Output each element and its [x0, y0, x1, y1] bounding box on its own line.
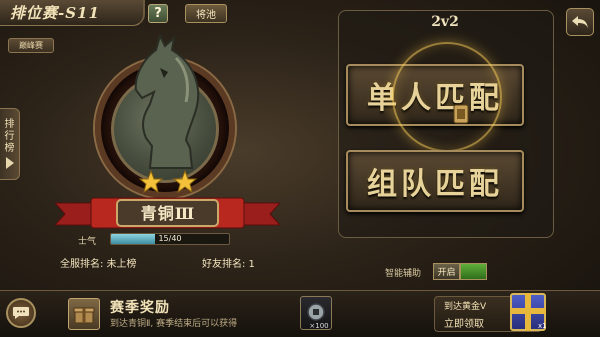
return-arrow-icon	[572, 16, 588, 28]
smart-assist-state: 开启	[433, 263, 460, 280]
solo-match-glow	[392, 42, 502, 152]
claim-now-text: 立即领取	[444, 319, 484, 330]
season-reward-desc: 到达青铜Ⅱ, 赛季结束后可以获得	[110, 319, 238, 329]
morale-label: 士气	[78, 237, 97, 247]
smart-assist-knob	[460, 263, 487, 280]
generals-pool-button[interactable]: 将池	[185, 4, 227, 23]
match-mode-label: 2v2	[431, 14, 459, 30]
help-button[interactable]: ?	[148, 4, 168, 23]
knight-chess-icon	[134, 33, 200, 169]
page-title: 排位赛-S11	[10, 4, 100, 22]
team-match-button[interactable]: 组队匹配	[346, 150, 524, 212]
arrow-right-icon	[5, 157, 14, 169]
smart-assist-label: 智能辅助	[385, 269, 422, 279]
morale-value: 15/40	[158, 234, 182, 243]
title-tab: 排位赛-S11	[0, 0, 145, 26]
leaderboard-tab-char-3: 榜	[4, 143, 15, 154]
gift-box-icon	[73, 307, 95, 324]
server-rank: 全服排名: 未上榜	[60, 259, 137, 270]
gift-ribbon-horizontal	[510, 308, 546, 314]
friend-rank: 好友排名: 1	[202, 259, 255, 270]
smart-assist-toggle[interactable]: 开启	[433, 263, 489, 280]
chat-button[interactable]	[6, 298, 36, 328]
season-reward-box[interactable]	[68, 298, 100, 330]
tier-name: 青铜Ⅲ	[140, 204, 196, 223]
coin-count: ×100	[309, 322, 329, 330]
season-reward-title: 赛季奖励	[110, 300, 170, 316]
coin-icon	[307, 303, 325, 321]
match-ticket-icon	[453, 104, 469, 124]
star-icon	[138, 170, 164, 194]
chat-bubble-icon	[13, 307, 29, 319]
rank-stars	[138, 170, 198, 194]
gold-reward-text: 到达黄金V	[444, 302, 487, 312]
peak-match-tag[interactable]: 巅峰赛	[8, 38, 54, 53]
gift-count: x1	[538, 322, 547, 330]
leaderboard-tab-char-1: 排	[4, 119, 15, 130]
leaderboard-tab[interactable]: 排 行 榜	[0, 108, 20, 180]
star-icon	[172, 170, 198, 194]
back-button[interactable]	[566, 8, 594, 36]
leaderboard-tab-char-2: 行	[4, 131, 15, 142]
